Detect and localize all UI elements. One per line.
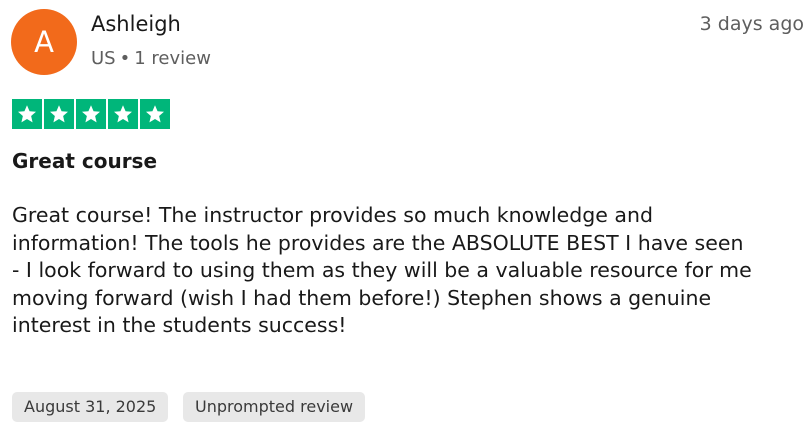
review-source-badge[interactable]: Unprompted review [183,392,366,422]
star-icon [12,99,42,129]
reviewer-name[interactable]: Ashleigh [91,10,181,38]
star-icon [140,99,170,129]
review-body-line: information! The tools he provides are t… [12,230,744,255]
review-title[interactable]: Great course [12,147,157,175]
reviewer-review-count: 1 review [134,48,211,69]
star-icon [76,99,106,129]
avatar[interactable]: A [11,9,77,75]
review-body-line: interest in the students success! [12,313,347,337]
star-icon [44,99,74,129]
avatar-initial: A [34,24,54,59]
review-body: Great course! The instructor provides so… [12,202,805,340]
review-body-line: moving forward (wish I had them before!)… [12,285,712,310]
review-body-line: Great course! The instructor provides so… [12,203,653,227]
review-time-ago: 3 days ago [699,13,804,35]
star-rating [12,99,170,129]
reviewer-country: US [91,48,116,69]
star-icon [108,99,138,129]
experience-date-badge: August 31, 2025 [12,392,169,422]
reviewer-meta: US • 1 review [91,47,211,71]
meta-separator: • [119,48,131,69]
review-body-line: - I look forward to using them as they w… [12,258,752,282]
